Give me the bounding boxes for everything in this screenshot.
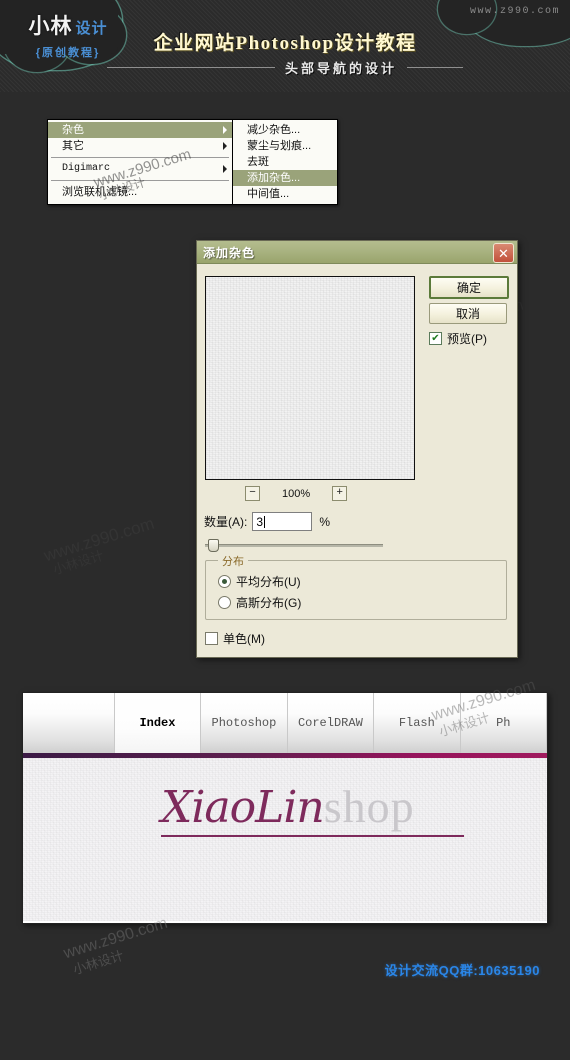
footer-qq-group: 设计交流QQ群:10635190	[384, 963, 540, 978]
chevron-right-icon	[223, 165, 227, 173]
zoom-level-value: 100%	[282, 487, 311, 500]
menu-separator	[51, 180, 229, 181]
preview-label: 预览(P)	[447, 332, 487, 346]
page-header: 小林 设计 {原创教程} www.z990.com 企业网站Photoshop设计…	[0, 0, 570, 92]
menu-item-dust-and-scratches[interactable]: 蒙尘与划痕...	[233, 138, 337, 154]
amount-input[interactable]: 3	[252, 512, 313, 531]
amount-label: 数量(A):	[204, 515, 248, 529]
preview-checkbox-row[interactable]: ✔ 预览(P)	[429, 330, 487, 347]
subtitle-rule-left	[106, 67, 275, 68]
monochrome-checkbox-row[interactable]: 单色(M)	[205, 630, 265, 647]
menu-item-reduce-noise[interactable]: 减少杂色...	[233, 122, 337, 138]
chevron-right-icon	[223, 126, 227, 134]
amount-field-row: 数量(A): 3 %	[204, 512, 330, 531]
amount-slider-track	[205, 544, 383, 547]
background-watermark-author: 小林设计	[50, 545, 105, 578]
nav-item-flash[interactable]: Flash	[374, 693, 461, 753]
radio-gaussian-label: 高斯分布(G)	[236, 596, 302, 610]
menu-item-other-label: 其它	[62, 140, 84, 152]
photoshop-filter-menu[interactable]: 杂色 其它 Digimarc 浏览联机滤镜... 减少杂色... 蒙尘与划痕..…	[47, 119, 338, 205]
chevron-right-icon	[223, 142, 227, 150]
dialog-title: 添加杂色	[203, 245, 256, 260]
zoom-out-button[interactable]: −	[245, 486, 260, 501]
logo-tagline: {原创教程}	[35, 47, 101, 59]
amount-slider[interactable]	[205, 539, 383, 552]
menu-separator	[51, 157, 229, 158]
filter-menu-submenu-noise[interactable]: 减少杂色... 蒙尘与划痕... 去斑 添加杂色... 中间值...	[233, 120, 337, 204]
dialog-body: − 100% + 数量(A): 3 % 分布 平均分布(U) 高斯分布(G) 单…	[197, 264, 517, 658]
nav-item-index[interactable]: Index	[114, 693, 202, 753]
distribution-group: 分布 平均分布(U) 高斯分布(G)	[205, 553, 507, 620]
ok-button[interactable]: 确定	[429, 276, 509, 299]
logo-main-text: 小林	[28, 15, 73, 38]
site-content-area: XiaoLin shop	[23, 758, 547, 921]
page-subtitle-row: 头部导航的设计	[0, 58, 570, 77]
amount-unit-label: %	[319, 514, 331, 529]
subtitle-rule-right	[407, 67, 463, 68]
page-subtitle: 头部导航的设计	[284, 61, 397, 76]
site-logo: 小林 设计 {原创教程}	[12, 10, 124, 60]
menu-item-median[interactable]: 中间值...	[233, 186, 337, 202]
amount-input-value: 3	[256, 514, 264, 529]
header-watermark: www.z990.com	[469, 6, 560, 17]
menu-item-digimarc-label: Digimarc	[62, 163, 111, 174]
menu-item-noise-label: 杂色	[62, 124, 84, 136]
radio-uniform-icon	[218, 575, 231, 588]
nav-item-coreldraw[interactable]: CorelDRAW	[288, 693, 375, 753]
amount-slider-thumb[interactable]	[208, 539, 219, 552]
menu-item-digimarc[interactable]: Digimarc	[48, 161, 232, 177]
site-brand-logo: XiaoLin shop	[161, 780, 464, 837]
menu-item-browse-online-filters[interactable]: 浏览联机滤镜...	[48, 184, 232, 200]
site-brand-primary: XiaoLin	[161, 782, 464, 837]
preview-checkbox-icon: ✔	[429, 332, 442, 345]
nav-item-photoshop[interactable]: Photoshop	[201, 693, 288, 753]
logo-line-primary: 小林 设计	[12, 10, 124, 40]
monochrome-label: 单色(M)	[223, 632, 265, 646]
menu-item-despeckle[interactable]: 去斑	[233, 154, 337, 170]
radio-gaussian-icon	[218, 596, 231, 609]
monochrome-checkbox-icon	[205, 632, 218, 645]
cancel-button[interactable]: 取消	[429, 303, 507, 324]
site-navigation-bar[interactable]: Index Photoshop CorelDRAW Flash Ph	[23, 693, 547, 753]
dialog-titlebar[interactable]: 添加杂色 ✕	[197, 241, 517, 264]
noise-preview-canvas[interactable]	[205, 276, 415, 480]
text-caret	[264, 515, 266, 528]
radio-uniform[interactable]: 平均分布(U)	[218, 573, 301, 590]
menu-item-noise[interactable]: 杂色	[48, 122, 232, 138]
zoom-in-button[interactable]: +	[332, 486, 348, 501]
nav-cell-spacer	[23, 693, 115, 753]
website-preview: Index Photoshop CorelDRAW Flash Ph XiaoL…	[22, 692, 548, 924]
filter-menu-primary-column[interactable]: 杂色 其它 Digimarc 浏览联机滤镜...	[48, 120, 233, 204]
nav-item-ph[interactable]: Ph	[461, 693, 547, 753]
logo-sub-text: 设计	[75, 20, 108, 37]
distribution-group-label: 分布	[218, 553, 248, 569]
footer-watermark-author: 小林设计	[71, 947, 126, 978]
background-watermark-site: www.z990.com	[42, 514, 157, 567]
radio-gaussian[interactable]: 高斯分布(G)	[218, 594, 301, 611]
menu-item-add-noise[interactable]: 添加杂色...	[233, 170, 337, 186]
radio-dot	[222, 579, 227, 584]
add-noise-dialog: 添加杂色 ✕ − 100% + 数量(A): 3 % 分布 平均分布(U) 高斯…	[196, 240, 518, 658]
close-icon[interactable]: ✕	[493, 243, 514, 263]
site-brand-secondary: shop	[323, 781, 415, 832]
radio-uniform-label: 平均分布(U)	[236, 575, 301, 589]
menu-item-other[interactable]: 其它	[48, 138, 232, 154]
preview-zoom-controls[interactable]: − 100% +	[245, 486, 348, 501]
